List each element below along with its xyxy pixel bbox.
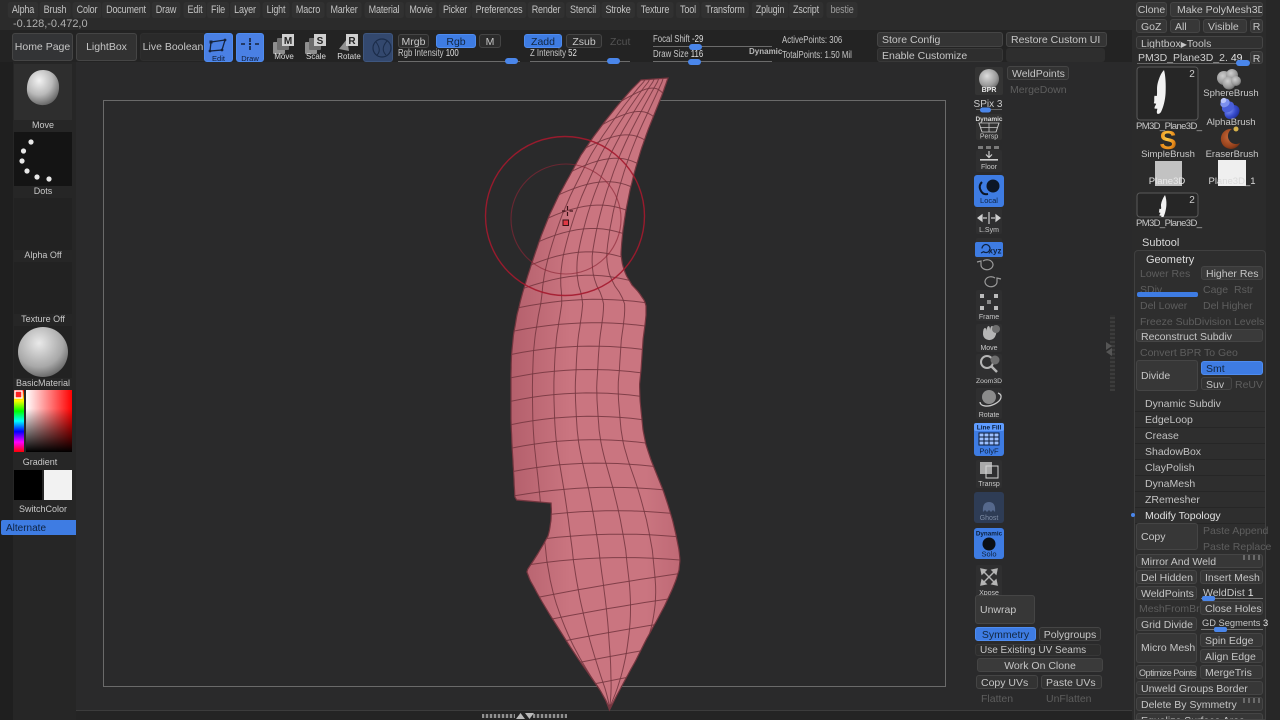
svg-text:EraserBrush: EraserBrush — [1206, 149, 1259, 160]
svg-text:Zoom3D: Zoom3D — [976, 378, 1002, 385]
svg-text:Move: Move — [274, 52, 294, 61]
svg-text:Alpha Off: Alpha Off — [24, 250, 62, 260]
svg-text:Persp: Persp — [980, 134, 998, 141]
svg-text:Floor: Floor — [981, 164, 998, 171]
svg-text:Texture Off: Texture Off — [21, 314, 65, 324]
svg-text:2: 2 — [1189, 195, 1195, 206]
svg-text:Plane3D_1: Plane3D_1 — [1208, 176, 1255, 187]
svg-text:Line Fill: Line Fill — [977, 425, 1002, 432]
svg-text:SwitchColor: SwitchColor — [19, 504, 67, 514]
svg-text:Gradient: Gradient — [23, 457, 58, 467]
svg-text:Plane3D: Plane3D — [1149, 176, 1186, 187]
svg-text:Dots: Dots — [34, 186, 53, 196]
svg-text:Dynamic: Dynamic — [976, 531, 1003, 538]
svg-text:2: 2 — [1189, 69, 1195, 80]
svg-text:R: R — [348, 36, 356, 47]
svg-text:xyz: xyz — [989, 247, 1002, 256]
svg-text:Move: Move — [980, 345, 997, 352]
svg-text:Rotate: Rotate — [979, 412, 1000, 419]
svg-text:L.Sym: L.Sym — [979, 227, 999, 234]
svg-text:Ghost: Ghost — [980, 515, 999, 522]
svg-text:BPR: BPR — [982, 87, 997, 94]
svg-text:SimpleBrush: SimpleBrush — [1141, 149, 1195, 160]
svg-text:Transp: Transp — [978, 481, 1000, 488]
svg-text:Scale: Scale — [306, 52, 327, 61]
svg-text:Move: Move — [32, 120, 54, 130]
svg-text:Rotate: Rotate — [337, 52, 361, 61]
svg-text:Alternate: Alternate — [6, 523, 46, 534]
svg-text:Solo: Solo — [981, 550, 996, 559]
svg-text:BasicMaterial: BasicMaterial — [16, 378, 70, 388]
svg-text:S: S — [317, 36, 324, 47]
svg-text:M: M — [284, 36, 292, 47]
svg-text:PolyF: PolyF — [979, 447, 999, 456]
svg-text:PM3D_Plane3D_: PM3D_Plane3D_ — [1136, 218, 1203, 229]
svg-text:Local: Local — [980, 196, 998, 205]
svg-text:AlphaBrush: AlphaBrush — [1206, 117, 1255, 128]
svg-text:SphereBrush: SphereBrush — [1203, 88, 1258, 99]
svg-text:Frame: Frame — [979, 314, 999, 321]
svg-text:Dynamic: Dynamic — [975, 116, 1002, 123]
